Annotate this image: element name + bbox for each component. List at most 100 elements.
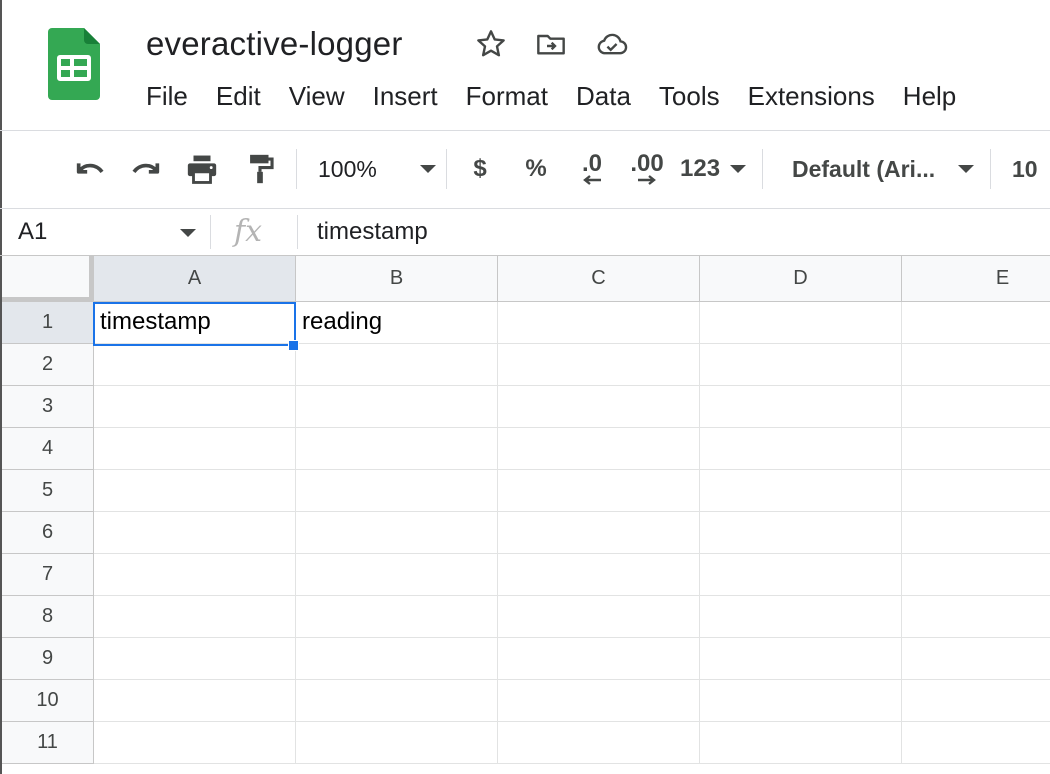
row-header-11[interactable]: 11	[2, 722, 94, 764]
cell-a10[interactable]	[94, 680, 296, 722]
menu-file[interactable]: File	[132, 76, 202, 116]
column-header-d[interactable]: D	[700, 256, 902, 302]
cell-e5[interactable]	[902, 470, 1050, 512]
cell-b7[interactable]	[296, 554, 498, 596]
row-header-9[interactable]: 9	[2, 638, 94, 680]
cell-b4[interactable]	[296, 428, 498, 470]
cell-c1[interactable]	[498, 302, 700, 344]
fill-handle[interactable]	[288, 340, 299, 351]
cell-b6[interactable]	[296, 512, 498, 554]
cell-b1[interactable]: reading	[296, 302, 498, 344]
cell-c8[interactable]	[498, 596, 700, 638]
cell-c7[interactable]	[498, 554, 700, 596]
cell-d6[interactable]	[700, 512, 902, 554]
cell-a3[interactable]	[94, 386, 296, 428]
cell-d5[interactable]	[700, 470, 902, 512]
more-formats-button[interactable]: 123	[680, 148, 746, 190]
font-size-input[interactable]: 10	[1012, 148, 1050, 190]
document-title[interactable]: everactive-logger	[146, 22, 403, 66]
cell-d10[interactable]	[700, 680, 902, 722]
formula-input[interactable]: timestamp	[317, 209, 428, 255]
cell-d7[interactable]	[700, 554, 902, 596]
menu-edit[interactable]: Edit	[202, 76, 275, 116]
cell-e9[interactable]	[902, 638, 1050, 680]
menu-data[interactable]: Data	[562, 76, 645, 116]
paint-format-icon[interactable]	[240, 148, 280, 190]
star-icon[interactable]	[473, 26, 509, 62]
cell-b10[interactable]	[296, 680, 498, 722]
cell-c6[interactable]	[498, 512, 700, 554]
cell-e11[interactable]	[902, 722, 1050, 764]
row-header-3[interactable]: 3	[2, 386, 94, 428]
cell-a2[interactable]	[94, 344, 296, 386]
cell-a7[interactable]	[94, 554, 296, 596]
cell-e8[interactable]	[902, 596, 1050, 638]
cell-e7[interactable]	[902, 554, 1050, 596]
cell-d1[interactable]	[700, 302, 902, 344]
cell-d3[interactable]	[700, 386, 902, 428]
name-box[interactable]: A1	[18, 209, 47, 255]
cell-e3[interactable]	[902, 386, 1050, 428]
currency-format-button[interactable]: $	[464, 148, 496, 190]
cell-c10[interactable]	[498, 680, 700, 722]
decrease-decimal-button[interactable]: .0	[570, 148, 614, 190]
cell-d8[interactable]	[700, 596, 902, 638]
select-all-corner[interactable]	[2, 256, 94, 302]
cell-e6[interactable]	[902, 512, 1050, 554]
row-header-4[interactable]: 4	[2, 428, 94, 470]
menu-help[interactable]: Help	[889, 76, 970, 116]
cell-c4[interactable]	[498, 428, 700, 470]
menu-tools[interactable]: Tools	[645, 76, 734, 116]
cell-d11[interactable]	[700, 722, 902, 764]
cell-c11[interactable]	[498, 722, 700, 764]
cell-a11[interactable]	[94, 722, 296, 764]
column-header-b[interactable]: B	[296, 256, 498, 302]
cell-c3[interactable]	[498, 386, 700, 428]
cell-a5[interactable]	[94, 470, 296, 512]
row-header-7[interactable]: 7	[2, 554, 94, 596]
cell-b3[interactable]	[296, 386, 498, 428]
row-header-5[interactable]: 5	[2, 470, 94, 512]
cell-b2[interactable]	[296, 344, 498, 386]
cell-a9[interactable]	[94, 638, 296, 680]
cell-d2[interactable]	[700, 344, 902, 386]
row-header-1[interactable]: 1	[2, 302, 94, 344]
column-header-a[interactable]: A	[94, 256, 296, 302]
cell-b11[interactable]	[296, 722, 498, 764]
menu-format[interactable]: Format	[452, 76, 562, 116]
cell-e4[interactable]	[902, 428, 1050, 470]
cell-c9[interactable]	[498, 638, 700, 680]
percent-format-button[interactable]: %	[520, 148, 552, 190]
row-header-10[interactable]: 10	[2, 680, 94, 722]
google-sheets-logo-icon[interactable]	[48, 28, 100, 100]
row-header-6[interactable]: 6	[2, 512, 94, 554]
cell-e10[interactable]	[902, 680, 1050, 722]
cell-c5[interactable]	[498, 470, 700, 512]
undo-icon[interactable]	[70, 148, 110, 190]
column-header-c[interactable]: C	[498, 256, 700, 302]
cloud-saved-icon[interactable]	[594, 26, 630, 62]
cell-a8[interactable]	[94, 596, 296, 638]
menu-insert[interactable]: Insert	[359, 76, 452, 116]
cell-d4[interactable]	[700, 428, 902, 470]
cell-b5[interactable]	[296, 470, 498, 512]
cell-b8[interactable]	[296, 596, 498, 638]
zoom-select[interactable]: 100%	[318, 148, 436, 190]
cell-a1[interactable]: timestamp	[94, 302, 296, 344]
cell-e2[interactable]	[902, 344, 1050, 386]
increase-decimal-button[interactable]: .00	[624, 148, 670, 190]
cell-c2[interactable]	[498, 344, 700, 386]
cell-e1[interactable]	[902, 302, 1050, 344]
menu-view[interactable]: View	[275, 76, 359, 116]
redo-icon[interactable]	[126, 148, 166, 190]
row-header-2[interactable]: 2	[2, 344, 94, 386]
menu-extensions[interactable]: Extensions	[734, 76, 889, 116]
move-to-folder-icon[interactable]	[533, 26, 569, 62]
row-header-8[interactable]: 8	[2, 596, 94, 638]
cell-a6[interactable]	[94, 512, 296, 554]
print-icon[interactable]	[182, 148, 222, 190]
cell-a4[interactable]	[94, 428, 296, 470]
cell-d9[interactable]	[700, 638, 902, 680]
cell-b9[interactable]	[296, 638, 498, 680]
font-family-select[interactable]: Default (Ari...	[792, 148, 974, 190]
